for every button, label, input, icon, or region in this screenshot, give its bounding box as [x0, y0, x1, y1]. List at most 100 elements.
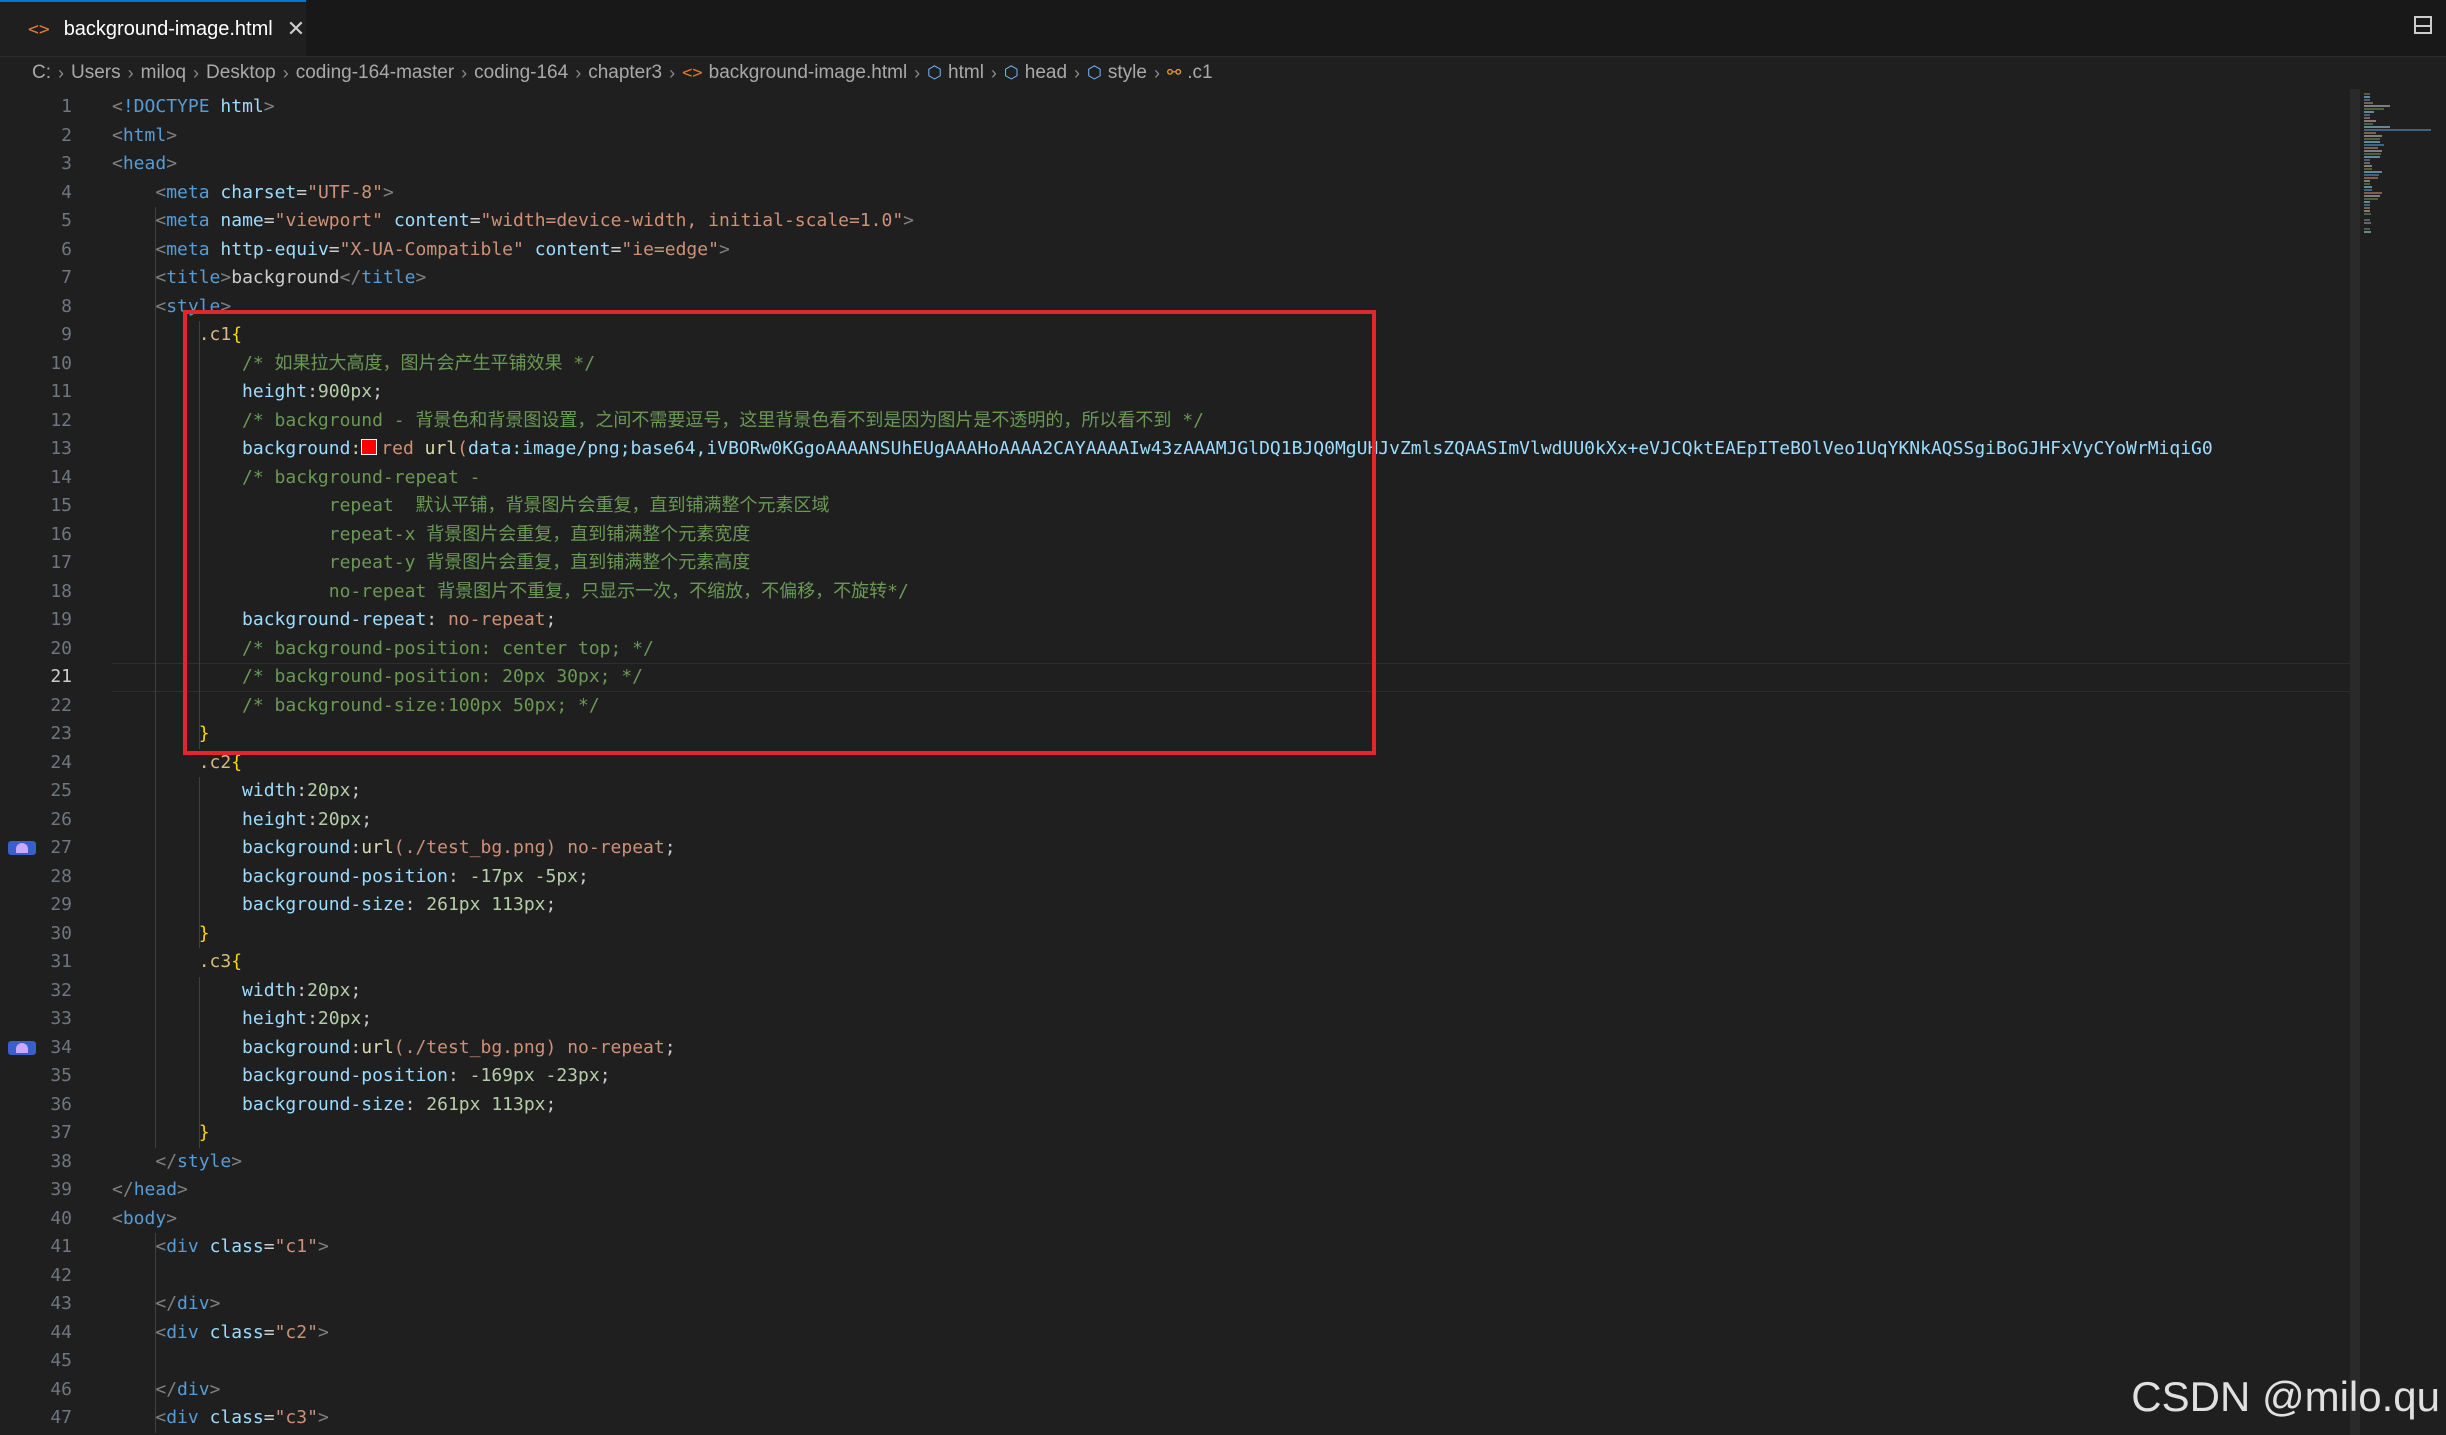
code-token: "ie=edge"	[621, 238, 719, 260]
code-token: </	[339, 267, 362, 288]
code-token: html	[122, 124, 167, 146]
code-line[interactable]: <head>	[112, 150, 177, 179]
minimap-line	[2364, 183, 2370, 185]
minimap-line	[2364, 231, 2371, 233]
line-number: 17	[50, 552, 72, 573]
minimap-line	[2364, 129, 2432, 131]
minimap-line	[2364, 177, 2379, 179]
line-number: 36	[50, 1093, 72, 1115]
code-line[interactable]: <meta charset="UTF-8">	[112, 179, 393, 208]
minimap-line	[2364, 210, 2370, 212]
line-number: 30	[50, 922, 72, 944]
code-line[interactable]: background:url(./test_bg.png) no-repeat;	[112, 834, 676, 863]
code-token: ;	[545, 1093, 557, 1115]
code-token: 20px	[317, 1008, 362, 1029]
line-number: 37	[50, 1122, 72, 1143]
code-token: >	[263, 96, 275, 117]
code-line[interactable]: height:20px;	[112, 806, 372, 835]
code-token: "c1"	[274, 1236, 318, 1257]
code-line[interactable]: <div class="c3">	[112, 1404, 329, 1433]
code-line[interactable]: }	[112, 920, 210, 949]
line-number: 23	[50, 723, 72, 744]
code-line[interactable]: <div class="c1">	[112, 1233, 328, 1262]
minimap-line	[2364, 186, 2373, 188]
code-line[interactable]: <meta http-equiv="X-UA-Compatible" conte…	[112, 236, 729, 265]
minimap-line	[2364, 159, 2370, 161]
breadcrumb-item[interactable]: head	[1025, 62, 1067, 84]
code-area[interactable]: <!DOCTYPE html> <html> <head> <meta charse…	[112, 89, 2350, 1435]
breadcrumb-item[interactable]: Users	[71, 62, 121, 84]
code-line[interactable]: <title>background</title>	[112, 264, 426, 293]
code-token: body	[122, 1207, 167, 1229]
image-preview-glyph-icon[interactable]	[8, 1040, 36, 1055]
code-line[interactable]: width:20px;	[112, 977, 361, 1006]
breadcrumb-chevron-icon: ›	[990, 62, 997, 83]
code-token: background-size	[242, 894, 405, 915]
line-number: 20	[50, 637, 72, 659]
breadcrumb-item[interactable]: Desktop	[206, 62, 276, 84]
code-line[interactable]: <meta name="viewport" content="width=dev…	[112, 207, 914, 236]
html-file-icon: <>	[28, 18, 50, 40]
code-line[interactable]: background:url(./test_bg.png) no-repeat;	[112, 1034, 676, 1063]
breadcrumb-chevron-icon: ›	[461, 62, 468, 83]
code-token: {	[231, 951, 243, 972]
image-preview-glyph-icon[interactable]	[8, 841, 36, 855]
code-token: ;	[350, 780, 362, 801]
line-number: 44	[50, 1321, 72, 1343]
breadcrumb-item[interactable]: coding-164	[474, 62, 568, 84]
line-number: 13	[50, 438, 72, 459]
close-icon[interactable]: ✕	[287, 16, 305, 42]
minimap-line	[2364, 192, 2383, 194]
code-line[interactable]: width:20px;	[112, 777, 361, 806]
code-token: "width=device-width, initial-scale=1.0"	[480, 210, 904, 231]
code-line[interactable]: }	[112, 1119, 210, 1148]
breadcrumb-item[interactable]: C:	[32, 62, 51, 84]
code-line[interactable]: </div>	[112, 1290, 220, 1319]
code-token: no-repeat	[567, 1036, 665, 1058]
code-token: div	[166, 1407, 199, 1428]
split-editor-icon[interactable]	[2414, 16, 2432, 34]
minimap-line	[2364, 180, 2370, 182]
code-line[interactable]: background-size: 261px 113px;	[112, 1091, 556, 1120]
code-token: =	[610, 238, 622, 260]
code-token: "c3"	[274, 1407, 318, 1428]
code-line[interactable]: background-size: 261px 113px;	[112, 891, 556, 920]
code-token: >	[166, 153, 178, 174]
code-line[interactable]: .c3{	[112, 948, 242, 977]
code-editor[interactable]: 1 2 3 4 5 6 7 8 9 10 11 12 13 14 15 16 17 18 19 20 21 22 23 24 2…	[0, 89, 2446, 1435]
editor-tab-background-image[interactable]: <> background-image.html ✕	[0, 0, 306, 56]
code-token: </	[155, 1293, 178, 1314]
code-token: <	[155, 181, 167, 203]
code-line[interactable]: background-position: -169px -23px;	[112, 1062, 610, 1091]
code-line[interactable]: <!DOCTYPE html>	[112, 93, 275, 122]
code-token: >	[317, 1407, 329, 1428]
breadcrumb-item[interactable]: chapter3	[588, 62, 662, 84]
breadcrumb-item[interactable]: .c1	[1187, 62, 1212, 84]
breadcrumb-item[interactable]: background-image.html	[709, 62, 908, 84]
minimap[interactable]	[2358, 89, 2446, 1435]
code-token: ;	[545, 894, 557, 915]
breadcrumb-chevron-icon: ›	[575, 62, 582, 83]
code-line[interactable]: </style>	[112, 1148, 242, 1177]
code-line[interactable]: <div class="c2">	[112, 1319, 328, 1348]
breadcrumb-item[interactable]: html	[948, 62, 984, 84]
code-line[interactable]: <html>	[112, 122, 177, 151]
code-line[interactable]: </div>	[112, 1376, 220, 1405]
code-line[interactable]: <body>	[112, 1205, 177, 1234]
code-line[interactable]: background-position: -17px -5px;	[112, 863, 589, 892]
breadcrumb-item[interactable]: miloq	[141, 62, 186, 84]
code-token: >	[209, 1293, 221, 1314]
code-line[interactable]: </head>	[112, 1176, 188, 1205]
breadcrumb-item[interactable]: style	[1108, 62, 1147, 84]
breadcrumb-item[interactable]: coding-164-master	[296, 62, 454, 84]
code-token: =	[296, 181, 308, 203]
code-token: meta	[166, 181, 210, 203]
minimap-line	[2364, 195, 2381, 197]
code-line[interactable]: height:20px;	[112, 1005, 372, 1034]
code-token: "c2"	[274, 1321, 318, 1343]
